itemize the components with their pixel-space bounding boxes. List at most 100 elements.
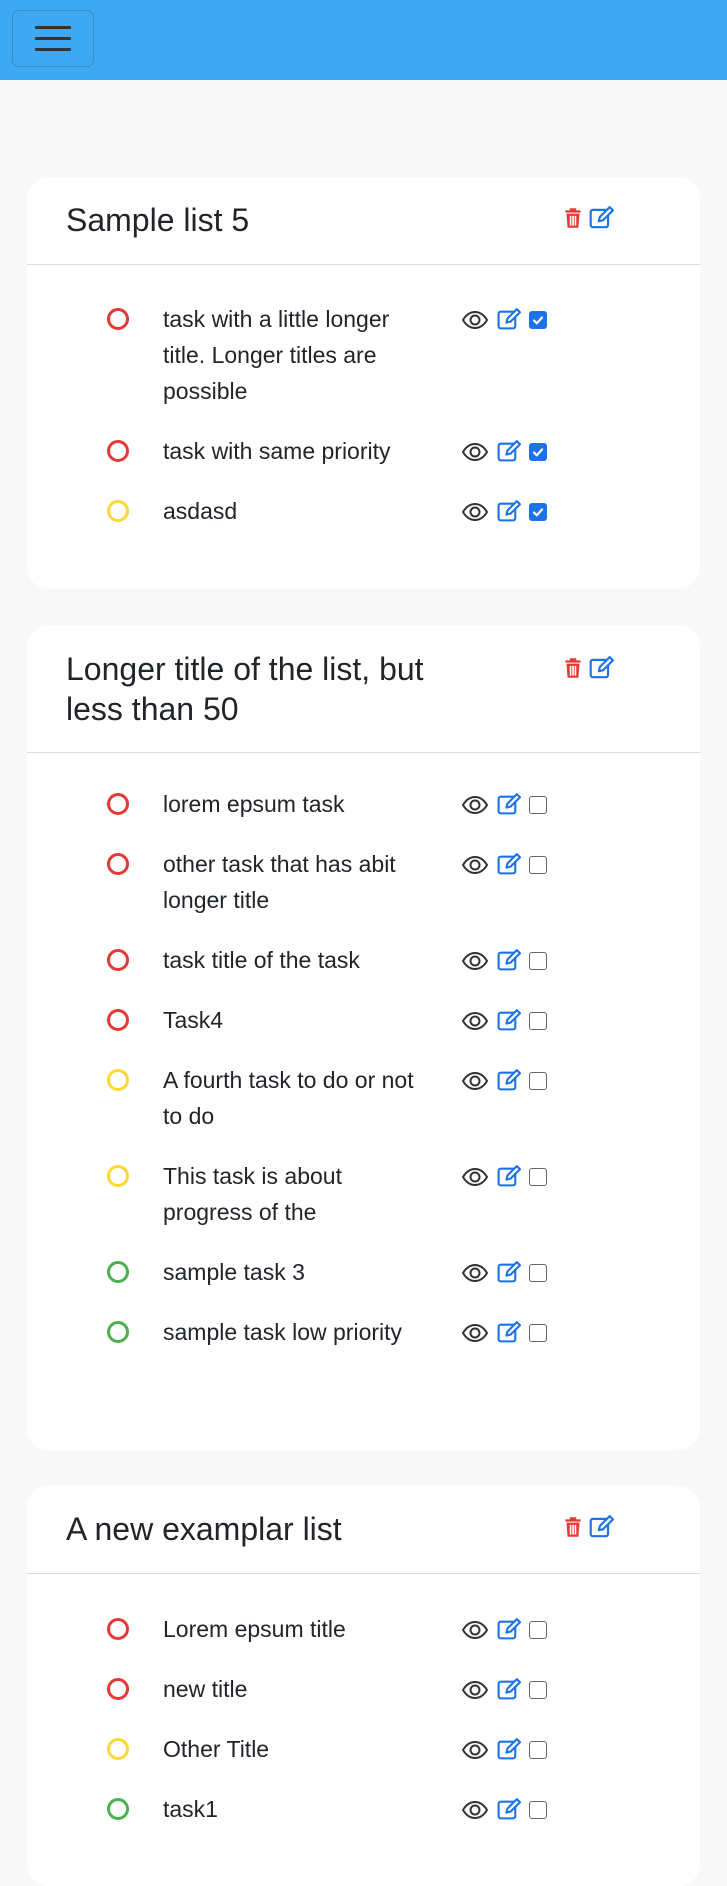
eye-icon[interactable] [461,1069,489,1093]
task-title: task1 [163,1796,218,1822]
hamburger-icon-line [35,37,71,40]
edit-task-icon[interactable] [496,499,521,524]
task-title: task with same priority [163,438,391,464]
eye-icon[interactable] [461,1261,489,1285]
task-done-checkbox[interactable] [529,442,547,461]
task-actions [461,948,547,973]
eye-icon[interactable] [461,440,489,464]
list-title: Longer title of the list, but less than … [66,651,424,727]
edit-task-icon[interactable] [496,792,521,817]
task-done-checkbox[interactable] [529,1323,547,1342]
task-done-checkbox[interactable] [529,1680,547,1699]
trash-icon[interactable] [560,1513,586,1541]
priority-medium-icon [107,1738,129,1760]
eye-icon[interactable] [461,793,489,817]
task-actions [461,1617,547,1642]
edit-task-icon[interactable] [496,1260,521,1285]
edit-task-icon[interactable] [496,1164,521,1189]
eye-icon[interactable] [461,1678,489,1702]
edit-task-icon[interactable] [496,1677,521,1702]
edit-task-icon[interactable] [496,439,521,464]
eye-icon[interactable] [461,1618,489,1642]
priority-high-icon [107,308,129,330]
priority-low-icon [107,1321,129,1343]
list-actions [560,654,614,682]
hamburger-menu-button[interactable] [12,10,94,67]
edit-task-icon[interactable] [496,1737,521,1762]
task-done-checkbox[interactable] [529,1263,547,1282]
eye-icon[interactable] [461,500,489,524]
priority-high-icon [107,1678,129,1700]
list-title: Sample list 5 [66,202,250,238]
task-actions [461,307,547,332]
task-title: asdasd [163,498,238,524]
edit-task-icon[interactable] [496,1797,521,1822]
task-title: lorem epsum task [163,791,345,817]
top-navbar [0,0,727,80]
task-done-checkbox[interactable] [529,1167,547,1186]
task-done-checkbox[interactable] [529,951,547,970]
task-title: Other Title [163,1736,270,1762]
task-done-checkbox[interactable] [529,1800,547,1819]
task-actions [461,1008,547,1033]
task-actions [461,1677,547,1702]
edit-task-icon[interactable] [496,307,521,332]
list-card: A new examplar list Lorem epsum title new… [27,1486,700,1886]
task-title: new title [163,1676,248,1702]
task-title: Task4 [163,1007,224,1033]
task-done-checkbox[interactable] [529,1011,547,1030]
edit-task-icon[interactable] [496,1617,521,1642]
eye-icon[interactable] [461,1738,489,1762]
task-actions [461,1068,547,1093]
task-actions [461,1797,547,1822]
task-done-checkbox[interactable] [529,855,547,874]
task-done-checkbox[interactable] [529,1620,547,1639]
list-card-header: A new examplar list [27,1486,700,1574]
task-title: task title of the task [163,947,360,973]
priority-high-icon [107,853,129,875]
task-title: Lorem epsum title [163,1616,346,1642]
task-done-checkbox[interactable] [529,1740,547,1759]
task-title: task with a little longer title. Longer … [163,306,390,404]
edit-list-icon[interactable] [588,1513,614,1541]
eye-icon[interactable] [461,1009,489,1033]
eye-icon[interactable] [461,1321,489,1345]
priority-low-icon [107,1798,129,1820]
list-title: A new examplar list [66,1511,342,1547]
edit-task-icon[interactable] [496,1008,521,1033]
task-actions [461,1737,547,1762]
task-done-checkbox[interactable] [529,1071,547,1090]
task-actions [461,1320,547,1345]
task-title: sample task low priority [163,1319,403,1345]
priority-high-icon [107,1009,129,1031]
list-card: Sample list 5 task with a little longer … [27,177,700,589]
priority-medium-icon [107,500,129,522]
list-card-header: Longer title of the list, but less than … [27,625,700,753]
task-actions [461,499,547,524]
task-actions [461,439,547,464]
edit-task-icon[interactable] [496,948,521,973]
task-done-checkbox[interactable] [529,795,547,814]
task-actions [461,1260,547,1285]
hamburger-icon-line [35,48,71,51]
eye-icon[interactable] [461,1165,489,1189]
task-done-checkbox[interactable] [529,310,547,329]
list-actions [560,1513,614,1541]
edit-list-icon[interactable] [588,654,614,682]
trash-icon[interactable] [560,204,586,232]
task-title: other task that has abit longer title [163,851,396,913]
priority-high-icon [107,793,129,815]
edit-task-icon[interactable] [496,1068,521,1093]
priority-medium-icon [107,1165,129,1187]
edit-task-icon[interactable] [496,1320,521,1345]
task-done-checkbox[interactable] [529,502,547,521]
edit-list-icon[interactable] [588,204,614,232]
eye-icon[interactable] [461,949,489,973]
list-card: Longer title of the list, but less than … [27,625,700,1450]
list-actions [560,204,614,232]
eye-icon[interactable] [461,308,489,332]
eye-icon[interactable] [461,1798,489,1822]
trash-icon[interactable] [560,654,586,682]
edit-task-icon[interactable] [496,852,521,877]
eye-icon[interactable] [461,853,489,877]
